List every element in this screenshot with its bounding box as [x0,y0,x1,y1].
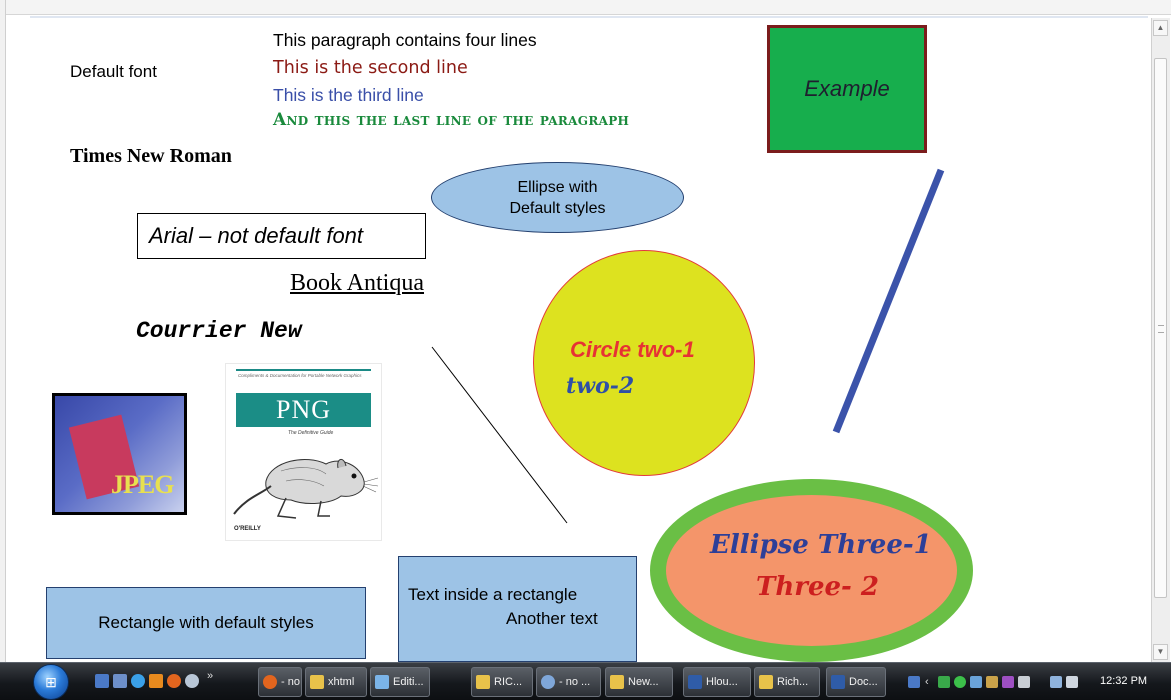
folder-icon [610,675,624,689]
paragraph-line-1: This paragraph contains four lines [273,30,537,50]
png-cover-title: PNG [236,393,371,427]
monitor-icon[interactable] [970,676,982,688]
ellipse-three-text-1: Ellipse Three-1 [710,530,932,560]
text-rectangle-line-1: Text inside a rectangle [408,585,578,604]
start-button[interactable]: ⊞ [33,664,69,700]
times-new-roman-label: Times New Roman [70,145,232,167]
png-cover-rule [236,369,371,371]
task-label: New... [628,676,659,688]
keyboard-icon[interactable] [1018,676,1030,688]
desktop-icon[interactable] [908,676,920,688]
chevron-left-icon[interactable]: ‹ [925,676,933,688]
courier-new-label: Courrier New [136,318,302,344]
png-cover-tagline: Compliments & Documentation for Portable… [238,373,362,378]
png-cover-publisher: O'REILLY [234,526,261,532]
arial-text-box: Arial – not default font [137,213,426,259]
task-button-2[interactable]: xhtml [305,667,367,697]
text-rectangle-line-2: Another text [506,609,598,628]
network-icon[interactable] [938,676,950,688]
paragraph-line-4: And this the last line of the paragraph [273,110,630,130]
task-button-5[interactable]: - no ... [536,667,601,697]
quick-launch-overflow-icon[interactable]: » [207,670,213,682]
task-label: - no ... [281,676,301,688]
browser-icon [541,675,555,689]
drive-icon[interactable] [986,676,998,688]
vertical-scrollbar[interactable]: ▲ ▼ [1151,18,1170,662]
volume-icon[interactable] [1066,676,1078,688]
task-button-7[interactable]: Hlou... [683,667,751,697]
word-icon [688,675,702,689]
task-label: RIC... [494,676,523,688]
scroll-thumb[interactable] [1154,58,1167,598]
media-icon[interactable] [149,674,163,688]
book-antiqua-label: Book Antiqua [290,270,425,296]
png-book-cover-image: Compliments & Documentation for Portable… [225,363,382,541]
task-button-8[interactable]: Rich... [754,667,820,697]
scroll-grip-icon [1158,325,1164,333]
yellow-circle [533,250,755,476]
ellipse-three-text-2: Three- 2 [756,572,879,602]
task-button-9[interactable]: Doc... [826,667,886,697]
blue-thick-line [832,168,945,434]
scroll-down-button[interactable]: ▼ [1153,644,1168,660]
firefox-icon[interactable] [167,674,181,688]
arial-label: Arial – not default font [149,223,364,248]
scroll-up-button[interactable]: ▲ [1153,20,1168,36]
task-label: Editi... [393,676,424,688]
task-label: Doc... [849,676,878,688]
task-button-6[interactable]: New... [605,667,673,697]
clock[interactable]: 12:32 PM [1100,675,1147,687]
rectangle-default-label: Rectangle with default styles [98,613,314,632]
word-icon [831,675,845,689]
orb-icon[interactable] [185,674,199,688]
ellipse-default-styles: Ellipse with Default styles [431,162,684,233]
ruler-line [30,16,1148,18]
switch-windows-icon[interactable] [113,674,127,688]
task-label: Rich... [777,676,809,688]
rectangle-default-styles: Rectangle with default styles [46,587,366,659]
circle-text-1: Circle two-1 [570,337,695,362]
kangaroo-rat-illustration [233,459,379,519]
folder-icon [310,675,324,689]
default-font-label: Default font [70,62,157,81]
windows-logo-icon: ⊞ [45,674,57,690]
example-rectangle: Example [767,25,927,153]
ellipse-three [650,479,973,662]
shield-icon[interactable] [954,676,966,688]
show-desktop-icon[interactable] [95,674,109,688]
ellipse-default-line-2: Default styles [509,199,606,217]
firefox-icon [263,675,277,689]
display-icon[interactable] [1050,676,1062,688]
jpeg-label: JPEG [111,470,174,499]
jpeg-image: JPEG [52,393,187,515]
task-label: xhtml [328,676,355,688]
window-left-edge [0,0,6,662]
example-label: Example [804,76,890,101]
ellipse-default-line-1: Ellipse with [517,178,598,196]
task-button-4[interactable]: RIC... [471,667,533,697]
task-label: - no ... [559,676,591,688]
window-top-edge [0,0,1171,15]
task-label: Hlou... [706,676,738,688]
app-icon [375,675,389,689]
task-button-1[interactable]: - no ... [258,667,302,697]
paragraph-line-2: This is the second line [273,58,468,78]
folder-icon [476,675,490,689]
task-button-3[interactable]: Editi... [370,667,430,697]
folder-icon [759,675,773,689]
ie-icon[interactable] [131,674,145,688]
app-icon[interactable] [1002,676,1014,688]
paragraph-line-3: This is the third line [273,85,424,105]
circle-text-2: two-2 [566,373,635,399]
